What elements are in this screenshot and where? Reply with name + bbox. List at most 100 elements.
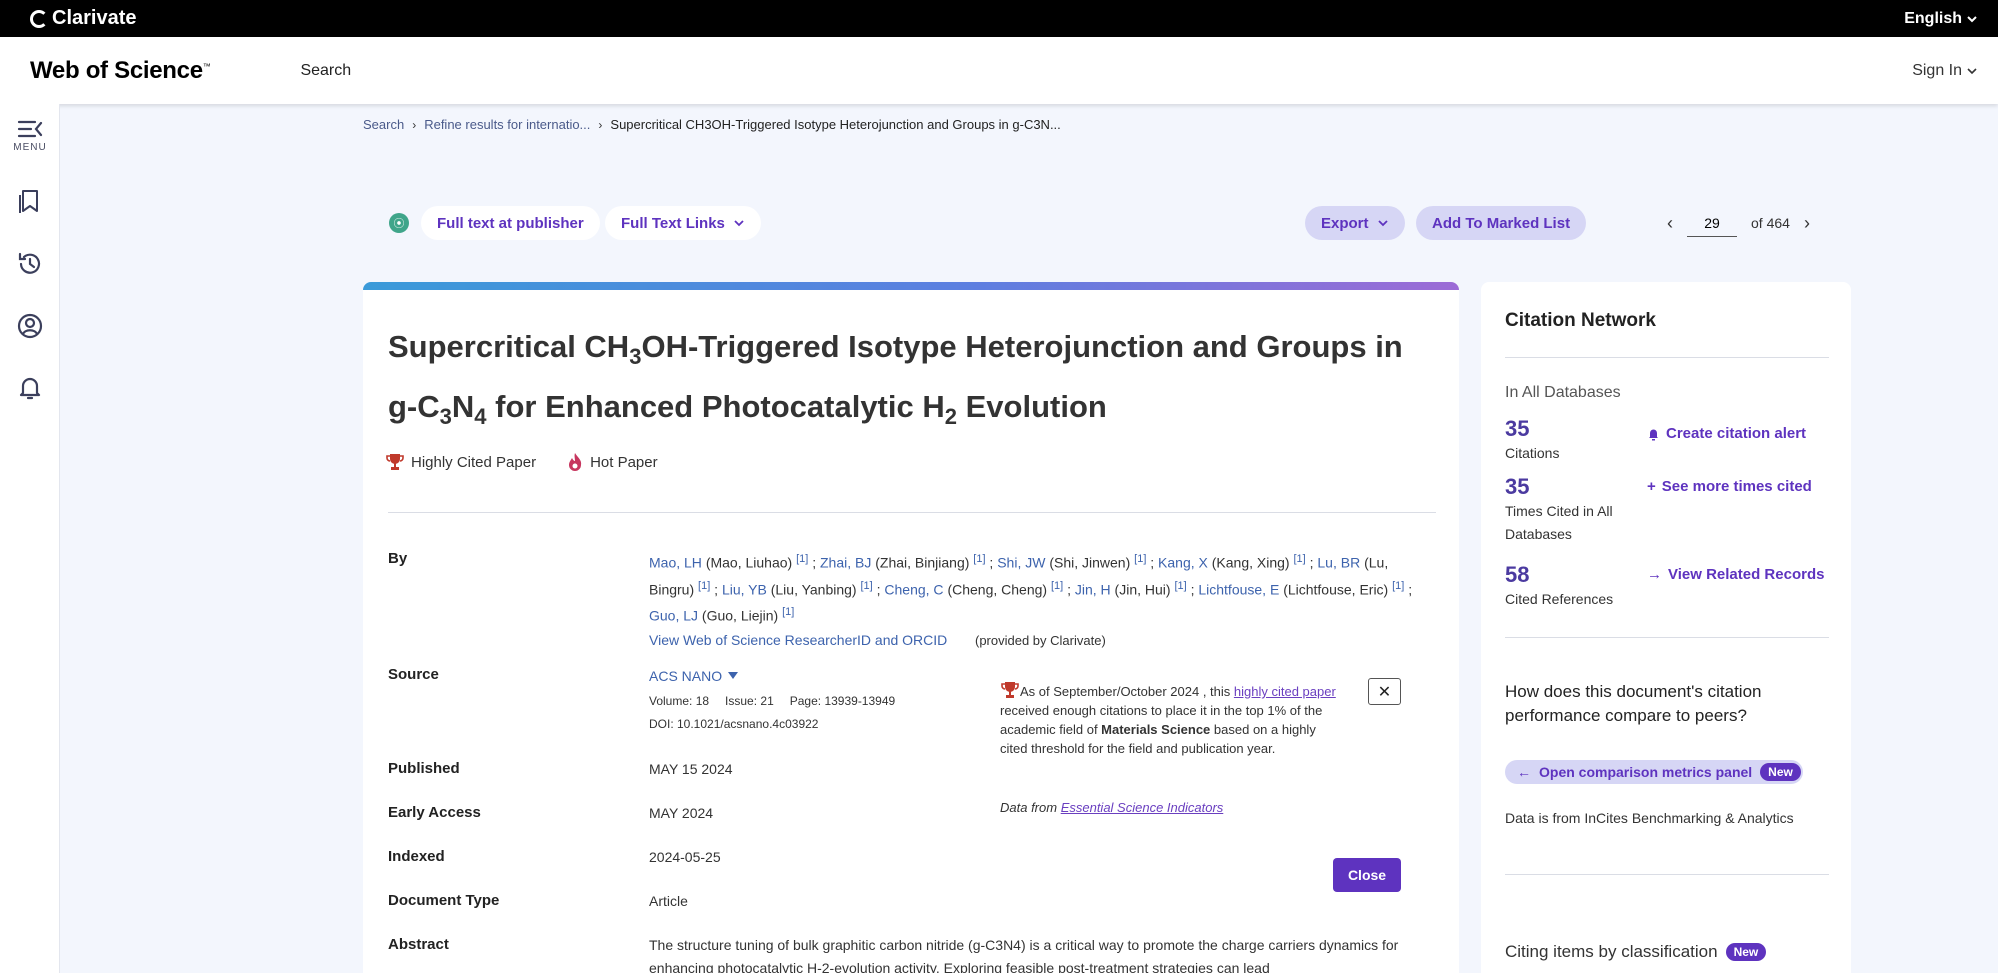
times-cited-count[interactable]: 35 — [1505, 474, 1529, 500]
chevron-down-icon — [1377, 220, 1388, 227]
affiliation-ref[interactable]: [1] — [782, 606, 794, 618]
chevron-right-icon: › — [598, 117, 603, 132]
see-more-times-cited-button[interactable]: + See more times cited — [1647, 478, 1812, 495]
flame-icon — [569, 453, 582, 471]
affiliation-ref[interactable]: [1] — [796, 553, 808, 565]
author-link[interactable]: Zhai, BJ — [820, 555, 871, 571]
menu-icon — [17, 120, 43, 138]
record-number-input[interactable] — [1687, 209, 1737, 237]
plus-icon: + — [1647, 478, 1656, 495]
arrow-right-icon: → — [1647, 566, 1662, 583]
affiliation-ref[interactable]: [1] — [1392, 580, 1404, 592]
esi-link[interactable]: Essential Science Indicators — [1061, 800, 1224, 815]
cited-references-label: Cited References — [1505, 591, 1614, 607]
clarivate-logo[interactable]: Clarivate — [30, 7, 137, 30]
add-to-marked-list-button[interactable]: Add To Marked List — [1416, 206, 1587, 240]
full-text-publisher-button[interactable]: Full text at publisher — [421, 206, 600, 240]
close-icon: ✕ — [1377, 683, 1392, 701]
author-link[interactable]: Shi, JW — [997, 555, 1045, 571]
affiliation-ref[interactable]: [1] — [1293, 553, 1305, 565]
affiliation-ref[interactable]: [1] — [1134, 553, 1146, 565]
user-icon — [17, 313, 43, 339]
citation-network-panel: Citation Network In All Databases 35 Cit… — [1481, 282, 1851, 973]
researcher-id-note: (provided by Clarivate) — [975, 633, 1106, 648]
trophy-icon — [386, 454, 404, 470]
doi: DOI: 10.1021/acsnano.4c03922 — [649, 717, 819, 731]
previous-record-button[interactable]: ‹ — [1667, 213, 1673, 234]
menu-label: MENU — [13, 142, 47, 153]
breadcrumb-current: Supercritical CH3OH-Triggered Isotype He… — [610, 117, 1061, 132]
incites-source-note: Data is from InCites Benchmarking & Anal… — [1505, 810, 1794, 826]
author-link[interactable]: Cheng, C — [884, 581, 943, 597]
affiliation-ref[interactable]: [1] — [1174, 580, 1186, 592]
create-citation-alert-button[interactable]: Create citation alert — [1647, 425, 1806, 442]
author-link[interactable]: Guo, LJ — [649, 608, 698, 624]
journal-link[interactable]: ACS NANO — [649, 668, 739, 684]
open-comparison-metrics-button[interactable]: ← Open comparison metrics panel New — [1505, 760, 1803, 784]
section-divider — [388, 512, 1436, 513]
popup-close-x-button[interactable]: ✕ — [1368, 678, 1401, 705]
breadcrumb-refine[interactable]: Refine results for internatio... — [424, 117, 590, 132]
export-button[interactable]: Export — [1305, 206, 1405, 240]
citing-items-heading: Citing items by classification New — [1505, 942, 1767, 962]
language-selector[interactable]: English — [1904, 10, 1978, 28]
in-all-databases-label: In All Databases — [1505, 384, 1621, 401]
record-pager: ‹ of 464 › — [1667, 206, 1810, 240]
breadcrumb-search[interactable]: Search — [363, 117, 404, 132]
record-badges: Highly Cited Paper Hot Paper — [385, 452, 658, 472]
open-access-icon: ⦿ — [389, 213, 409, 233]
highly-cited-link[interactable]: highly cited paper — [1234, 684, 1336, 699]
citations-count[interactable]: 35 — [1505, 416, 1529, 442]
author-link[interactable]: Jin, H — [1075, 581, 1111, 597]
highly-cited-badge[interactable]: Highly Cited Paper — [385, 452, 536, 472]
sign-in-button[interactable]: Sign In — [1912, 62, 1978, 80]
caret-down-icon — [728, 672, 739, 679]
author-link[interactable]: Mao, LH — [649, 555, 702, 571]
affiliation-ref[interactable]: [1] — [698, 580, 710, 592]
affiliation-ref[interactable]: [1] — [973, 553, 985, 565]
record-title: Supercritical CH3OH-Triggered Isotype He… — [388, 329, 1403, 430]
source-label: Source — [388, 666, 439, 683]
card-top-stripe — [363, 282, 1459, 290]
next-record-button[interactable]: › — [1804, 213, 1810, 234]
chevron-right-icon: › — [412, 117, 417, 132]
abstract-label: Abstract — [388, 936, 449, 953]
marked-list-button[interactable] — [0, 188, 60, 214]
times-cited-label: Times Cited in All Databases — [1505, 503, 1613, 542]
affiliation-ref[interactable]: [1] — [1051, 580, 1063, 592]
left-rail: MENU — [0, 104, 60, 973]
author-link[interactable]: Lu, BR — [1317, 555, 1360, 571]
chevron-down-icon — [1967, 15, 1977, 22]
new-badge: New — [1760, 763, 1801, 781]
early-access-label: Early Access — [388, 804, 481, 821]
popup-close-button[interactable]: Close — [1333, 858, 1401, 892]
profile-button[interactable] — [0, 312, 60, 340]
alerts-button[interactable] — [0, 374, 60, 402]
document-type-label: Document Type — [388, 892, 500, 909]
hot-paper-badge[interactable]: Hot Paper — [566, 452, 658, 472]
web-of-science-logo[interactable]: Web of Science™ — [30, 57, 211, 85]
history-button[interactable] — [0, 250, 60, 278]
author-link[interactable]: Kang, X — [1158, 555, 1208, 571]
view-related-records-button[interactable]: → View Related Records — [1647, 566, 1824, 583]
abstract-text: The structure tuning of bulk graphitic c… — [649, 937, 1399, 973]
source-meta: Volume: 18 Issue: 21 Page: 13939-13949 — [649, 694, 896, 708]
clarivate-topbar: Clarivate English — [0, 0, 1998, 37]
highly-cited-explanation: As of September/October 2024 , this high… — [1000, 684, 1336, 756]
chevron-down-icon — [1967, 67, 1977, 74]
header-search-link[interactable]: Search — [300, 62, 351, 80]
history-icon — [18, 252, 41, 274]
author-list: Mao, LH (Mao, Liuhao) [1] ; Zhai, BJ (Zh… — [649, 553, 1413, 624]
indexed-value: 2024-05-25 — [649, 849, 721, 865]
citations-label: Citations — [1505, 445, 1560, 461]
data-source-note: Data from Essential Science Indicators — [1000, 800, 1224, 815]
full-text-links-button[interactable]: Full Text Links — [605, 206, 761, 240]
clarivate-logo-icon — [30, 9, 48, 28]
menu-button[interactable]: MENU — [0, 118, 60, 153]
author-link[interactable]: Lichtfouse, E — [1198, 581, 1279, 597]
researcher-id-link[interactable]: View Web of Science ResearcherID and ORC… — [649, 632, 947, 648]
compare-question: How does this document's citation perfor… — [1505, 682, 1762, 725]
affiliation-ref[interactable]: [1] — [860, 580, 872, 592]
cited-references-count[interactable]: 58 — [1505, 562, 1529, 588]
author-link[interactable]: Liu, YB — [722, 581, 767, 597]
